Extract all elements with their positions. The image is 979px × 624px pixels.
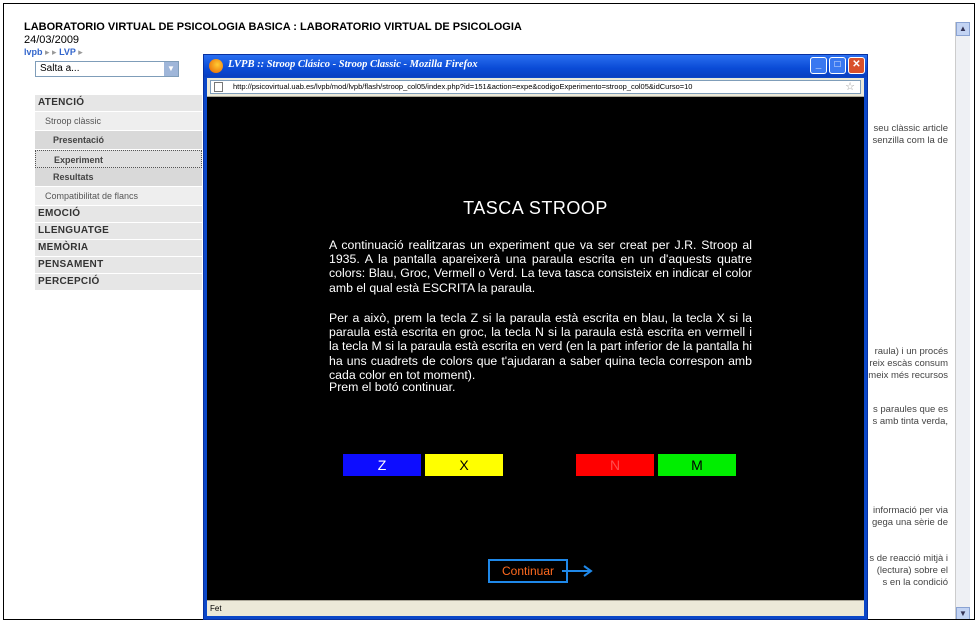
menu-item[interactable]: MEMÒRIA	[35, 240, 202, 257]
status-bar: Fet	[207, 600, 864, 616]
close-button[interactable]: ✕	[848, 57, 865, 74]
flash-content: TASCA STROOP A continuació realitzaras u…	[207, 97, 864, 602]
popup-window: LVPB :: Stroop Clásico - Stroop Classic …	[203, 54, 868, 620]
menu-item[interactable]: Presentació	[35, 131, 202, 150]
breadcrumb-separator: ▸ ▸	[45, 47, 60, 57]
background-text-10: s de reacció mitjà i	[869, 553, 948, 564]
background-text-4: reix escàs consum	[869, 358, 948, 369]
page-scrollbar[interactable]: ▲ ▼	[955, 22, 970, 619]
continue-button[interactable]: Continuar	[488, 559, 568, 583]
task-paragraph-3: Prem el botó continuar.	[329, 380, 456, 394]
page-icon	[214, 82, 223, 92]
background-text-11: (lectura) sobre el	[876, 565, 948, 576]
scroll-up-icon[interactable]: ▲	[956, 22, 970, 36]
popup-titlebar[interactable]: LVPB :: Stroop Clásico - Stroop Classic …	[204, 55, 867, 77]
minimize-button[interactable]: _	[810, 57, 827, 74]
background-text-9: gega una sèrie de	[871, 517, 948, 528]
status-text: Fet	[210, 604, 222, 613]
bookmark-star-icon[interactable]: ☆	[845, 80, 855, 93]
url-text: http://psicovirtual.uab.es/lvpb/mod/lvpb…	[233, 82, 693, 91]
background-text-5: meix més recursos	[868, 370, 948, 381]
breadcrumb-lvpb[interactable]: lvpb	[24, 47, 43, 57]
breadcrumb: lvpb ▸ ▸ LVP ▸	[24, 47, 83, 58]
background-text-1: seu clàssic article	[873, 123, 948, 134]
sidebar-menu: ATENCIÓ Stroop clàssic Presentació Experime…	[35, 95, 202, 291]
menu-item[interactable]: ATENCIÓ	[35, 95, 202, 112]
menu-item[interactable]: Experiment	[35, 150, 202, 168]
jump-select[interactable]: Salta a... ▼	[35, 61, 179, 77]
menu-item[interactable]: LLENGUATGE	[35, 223, 202, 240]
firefox-icon	[209, 59, 223, 73]
menu-item[interactable]: Resultats	[35, 168, 202, 187]
breadcrumb-separator: ▸	[78, 47, 83, 57]
url-field[interactable]: http://psicovirtual.uab.es/lvpb/mod/lvpb…	[210, 80, 861, 94]
key-green-m: M	[658, 454, 736, 476]
site-title: LABORATORIO VIRTUAL DE PSICOLOGIA BASICA…	[24, 21, 522, 33]
key-red-n: N	[576, 454, 654, 476]
arrow-right-icon	[562, 565, 593, 577]
menu-item[interactable]: Stroop clàssic	[35, 112, 202, 131]
url-bar: http://psicovirtual.uab.es/lvpb/mod/lvpb…	[207, 78, 864, 97]
menu-item[interactable]: PENSAMENT	[35, 257, 202, 274]
background-text-8: informació per via	[873, 505, 948, 516]
background-text-7: s amb tinta verda,	[872, 416, 948, 427]
menu-item[interactable]: PERCEPCIÓ	[35, 274, 202, 291]
task-paragraph-1: A continuació realitzaras un experiment …	[329, 238, 752, 295]
key-blue-z: Z	[343, 454, 421, 476]
jump-select-value: Salta a...	[40, 63, 80, 74]
background-text-3: raula) i un procés	[874, 346, 948, 357]
menu-item[interactable]: Compatibilitat de flancs	[35, 187, 202, 206]
menu-item[interactable]: EMOCIÓ	[35, 206, 202, 223]
background-text-12: s en la condició	[882, 577, 948, 588]
background-text-6: s paraules que es	[873, 404, 948, 415]
task-paragraph-2: Per a això, prem la tecla Z si la paraul…	[329, 311, 752, 382]
breadcrumb-lvp[interactable]: LVP	[59, 47, 76, 57]
background-text-2: senzilla com la de	[872, 135, 948, 146]
key-yellow-x: X	[425, 454, 503, 476]
scroll-down-icon[interactable]: ▼	[956, 607, 970, 619]
maximize-button[interactable]: □	[829, 57, 846, 74]
task-title: TASCA STROOP	[463, 198, 608, 218]
popup-title: LVPB :: Stroop Clásico - Stroop Classic …	[228, 59, 478, 70]
site-date: 24/03/2009	[24, 34, 80, 46]
chevron-down-icon[interactable]: ▼	[164, 62, 178, 76]
